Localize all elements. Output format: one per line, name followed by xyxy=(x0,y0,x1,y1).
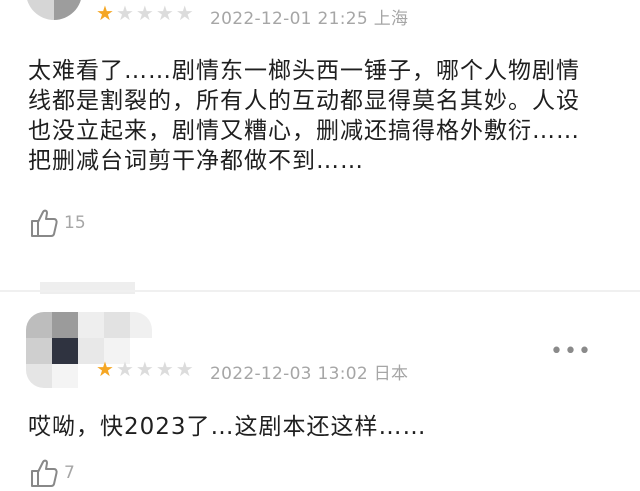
star-icon: ★ xyxy=(155,1,174,25)
star-icon: ★ xyxy=(175,357,194,381)
thumbs-up-icon xyxy=(31,459,58,487)
comment-location: 上海 xyxy=(373,9,409,29)
star-icon: ★ xyxy=(175,1,194,25)
avatar[interactable] xyxy=(26,0,82,20)
thumbs-up-icon xyxy=(31,209,58,237)
divider xyxy=(0,290,640,292)
like-count: 7 xyxy=(64,463,75,483)
comment-item: ★ ★ ★ ★ ★ 2022-12-01 21:25 上海 太难看了……剧情东一… xyxy=(0,0,640,260)
star-icon: ★ xyxy=(115,357,134,381)
comment-date: 2022-12-03 13:02 xyxy=(210,364,368,384)
like-button[interactable]: 7 xyxy=(30,458,75,488)
comment-text: 太难看了……剧情东一榔头西一锤子，哪个人物剧情线都是割裂的，所有人的互动都显得莫… xyxy=(28,58,580,174)
star-icon: ★ xyxy=(96,1,114,25)
like-button[interactable]: 15 xyxy=(30,208,86,238)
comment-location: 日本 xyxy=(373,364,409,384)
comment-meta: 2022-12-01 21:25 上海 xyxy=(210,4,408,29)
like-count: 15 xyxy=(64,213,86,233)
star-icon: ★ xyxy=(96,357,114,381)
comment-date: 2022-12-01 21:25 xyxy=(210,9,368,29)
rating-stars: ★ ★ ★ ★ ★ xyxy=(96,3,194,23)
rating-stars: ★ ★ ★ ★ ★ xyxy=(96,359,194,379)
comment-meta: 2022-12-03 13:02 日本 xyxy=(210,359,408,384)
star-icon: ★ xyxy=(155,357,174,381)
more-button[interactable]: ••• xyxy=(550,341,592,363)
comment-text: 哎呦，快2023了…这剧本还这样…… xyxy=(28,414,427,440)
star-icon: ★ xyxy=(135,1,154,25)
divider xyxy=(40,282,135,294)
comment-item: ★ ★ ★ ★ ★ 2022-12-03 13:02 日本 ••• 哎呦，快20… xyxy=(0,300,640,491)
star-icon: ★ xyxy=(135,357,154,381)
star-icon: ★ xyxy=(115,1,134,25)
